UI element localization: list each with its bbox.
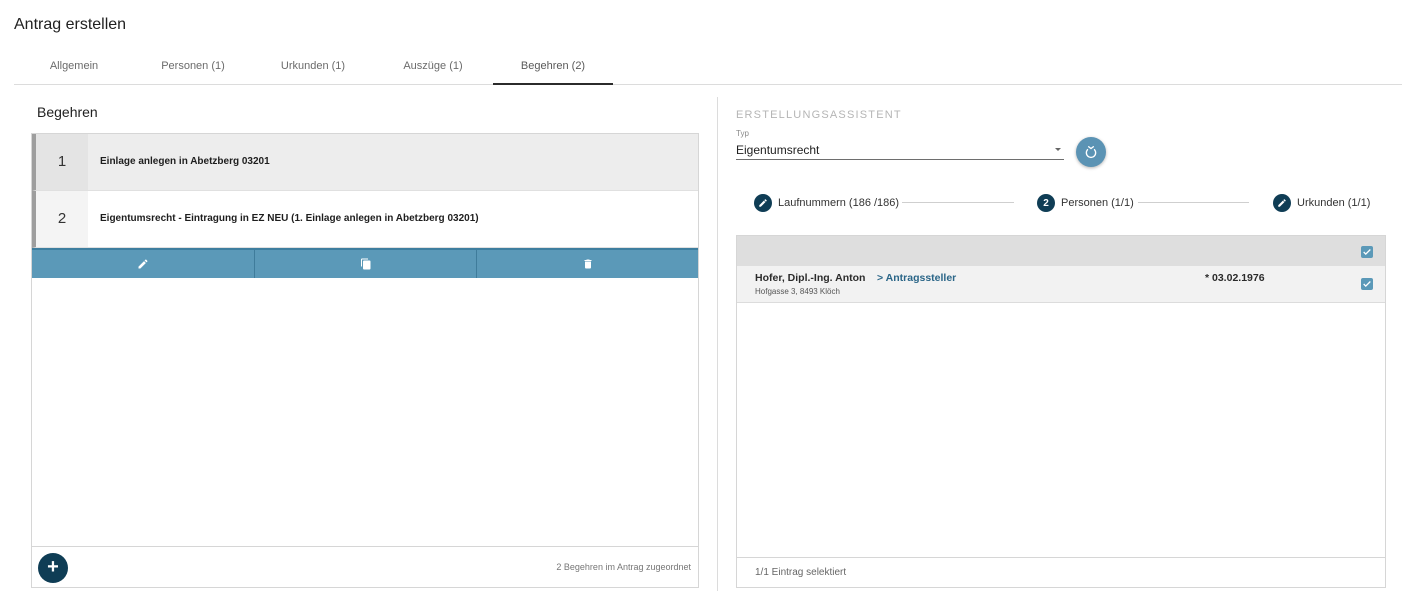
copy-button[interactable] (254, 250, 476, 278)
copy-icon (360, 258, 370, 270)
pencil-icon (759, 199, 767, 207)
step-connector (902, 202, 1014, 203)
person-address: Hofgasse 3, 8493 Klöch (755, 287, 840, 296)
step-urkunden[interactable]: Urkunden (1/1) (1273, 192, 1370, 214)
assistant-title: ERSTELLUNGSASSISTENT (736, 109, 902, 121)
begehren-item[interactable]: 1 Einlage anlegen in Abetzberg 03201 (32, 134, 698, 191)
tab-begehren[interactable]: Begehren (2) (493, 50, 613, 85)
assistant-stepper: Laufnummern (186 /186) 2 Personen (1/1) … (736, 192, 1386, 214)
typ-select-value: Eigentumsrecht (736, 143, 820, 157)
check-icon (1363, 249, 1371, 255)
tab-allgemein[interactable]: Allgemein (14, 50, 134, 84)
tab-urkunden[interactable]: Urkunden (1) (253, 50, 373, 84)
step-marker (1273, 194, 1291, 212)
begehren-item[interactable]: 2 Eigentumsrecht - Eintragung in EZ NEU … (32, 191, 698, 248)
begehren-item-number: 2 (36, 191, 88, 247)
chevron-down-icon (1055, 148, 1061, 151)
row-checkbox[interactable] (1361, 278, 1373, 290)
pencil-icon (1278, 199, 1286, 207)
step-label: Laufnummern (186 /186) (778, 197, 900, 209)
tab-auszuege[interactable]: Auszüge (1) (373, 50, 493, 84)
step-marker (754, 194, 772, 212)
tab-bar: Allgemein Personen (1) Urkunden (1) Ausz… (14, 50, 1402, 85)
begehren-action-bar (32, 248, 698, 278)
table-header (737, 236, 1385, 266)
person-birthdate: * 03.02.1976 (1205, 272, 1265, 284)
reset-icon (1085, 146, 1097, 159)
begehren-title: Begehren (37, 104, 98, 120)
step-connector (1138, 202, 1249, 203)
begehren-item-number: 1 (36, 134, 88, 190)
reset-button[interactable] (1076, 137, 1106, 167)
table-row[interactable]: Hofer, Dipl.-Ing. Anton Hofgasse 3, 8493… (737, 266, 1385, 303)
edit-button[interactable] (32, 250, 254, 278)
person-role-link[interactable]: > Antragssteller (877, 272, 956, 284)
panel-divider (717, 97, 718, 591)
tab-personen[interactable]: Personen (1) (133, 50, 253, 84)
select-all-checkbox[interactable] (1361, 246, 1373, 258)
begehren-count-text: 2 Begehren im Antrag zugeordnet (556, 562, 691, 572)
person-name: Hofer, Dipl.-Ing. Anton (755, 272, 866, 284)
check-icon (1363, 281, 1371, 287)
delete-button[interactable] (476, 250, 698, 278)
begehren-item-text: Einlage anlegen in Abetzberg 03201 (100, 156, 270, 167)
add-begehren-button[interactable]: + (38, 553, 68, 583)
pencil-icon (138, 259, 148, 269)
page-title: Antrag erstellen (14, 16, 127, 33)
typ-select[interactable]: Eigentumsrecht (736, 141, 1064, 160)
step-marker: 2 (1037, 194, 1055, 212)
trash-icon (584, 259, 591, 269)
table-footer: 1/1 Eintrag selektiert (737, 557, 1385, 587)
step-label: Urkunden (1/1) (1297, 197, 1371, 209)
typ-label: Typ (736, 129, 749, 138)
step-label: Personen (1/1) (1061, 197, 1134, 209)
step-personen[interactable]: 2 Personen (1/1) (1037, 192, 1134, 214)
selection-count-text: 1/1 Eintrag selektiert (755, 567, 847, 578)
begehren-footer: + 2 Begehren im Antrag zugeordnet (32, 546, 698, 587)
persons-table: Hofer, Dipl.-Ing. Anton Hofgasse 3, 8493… (736, 235, 1386, 588)
begehren-item-text: Eigentumsrecht - Eintragung in EZ NEU (1… (100, 213, 479, 224)
begehren-panel: 1 Einlage anlegen in Abetzberg 03201 2 E… (31, 133, 699, 588)
step-laufnummern[interactable]: Laufnummern (186 /186) (754, 192, 899, 214)
